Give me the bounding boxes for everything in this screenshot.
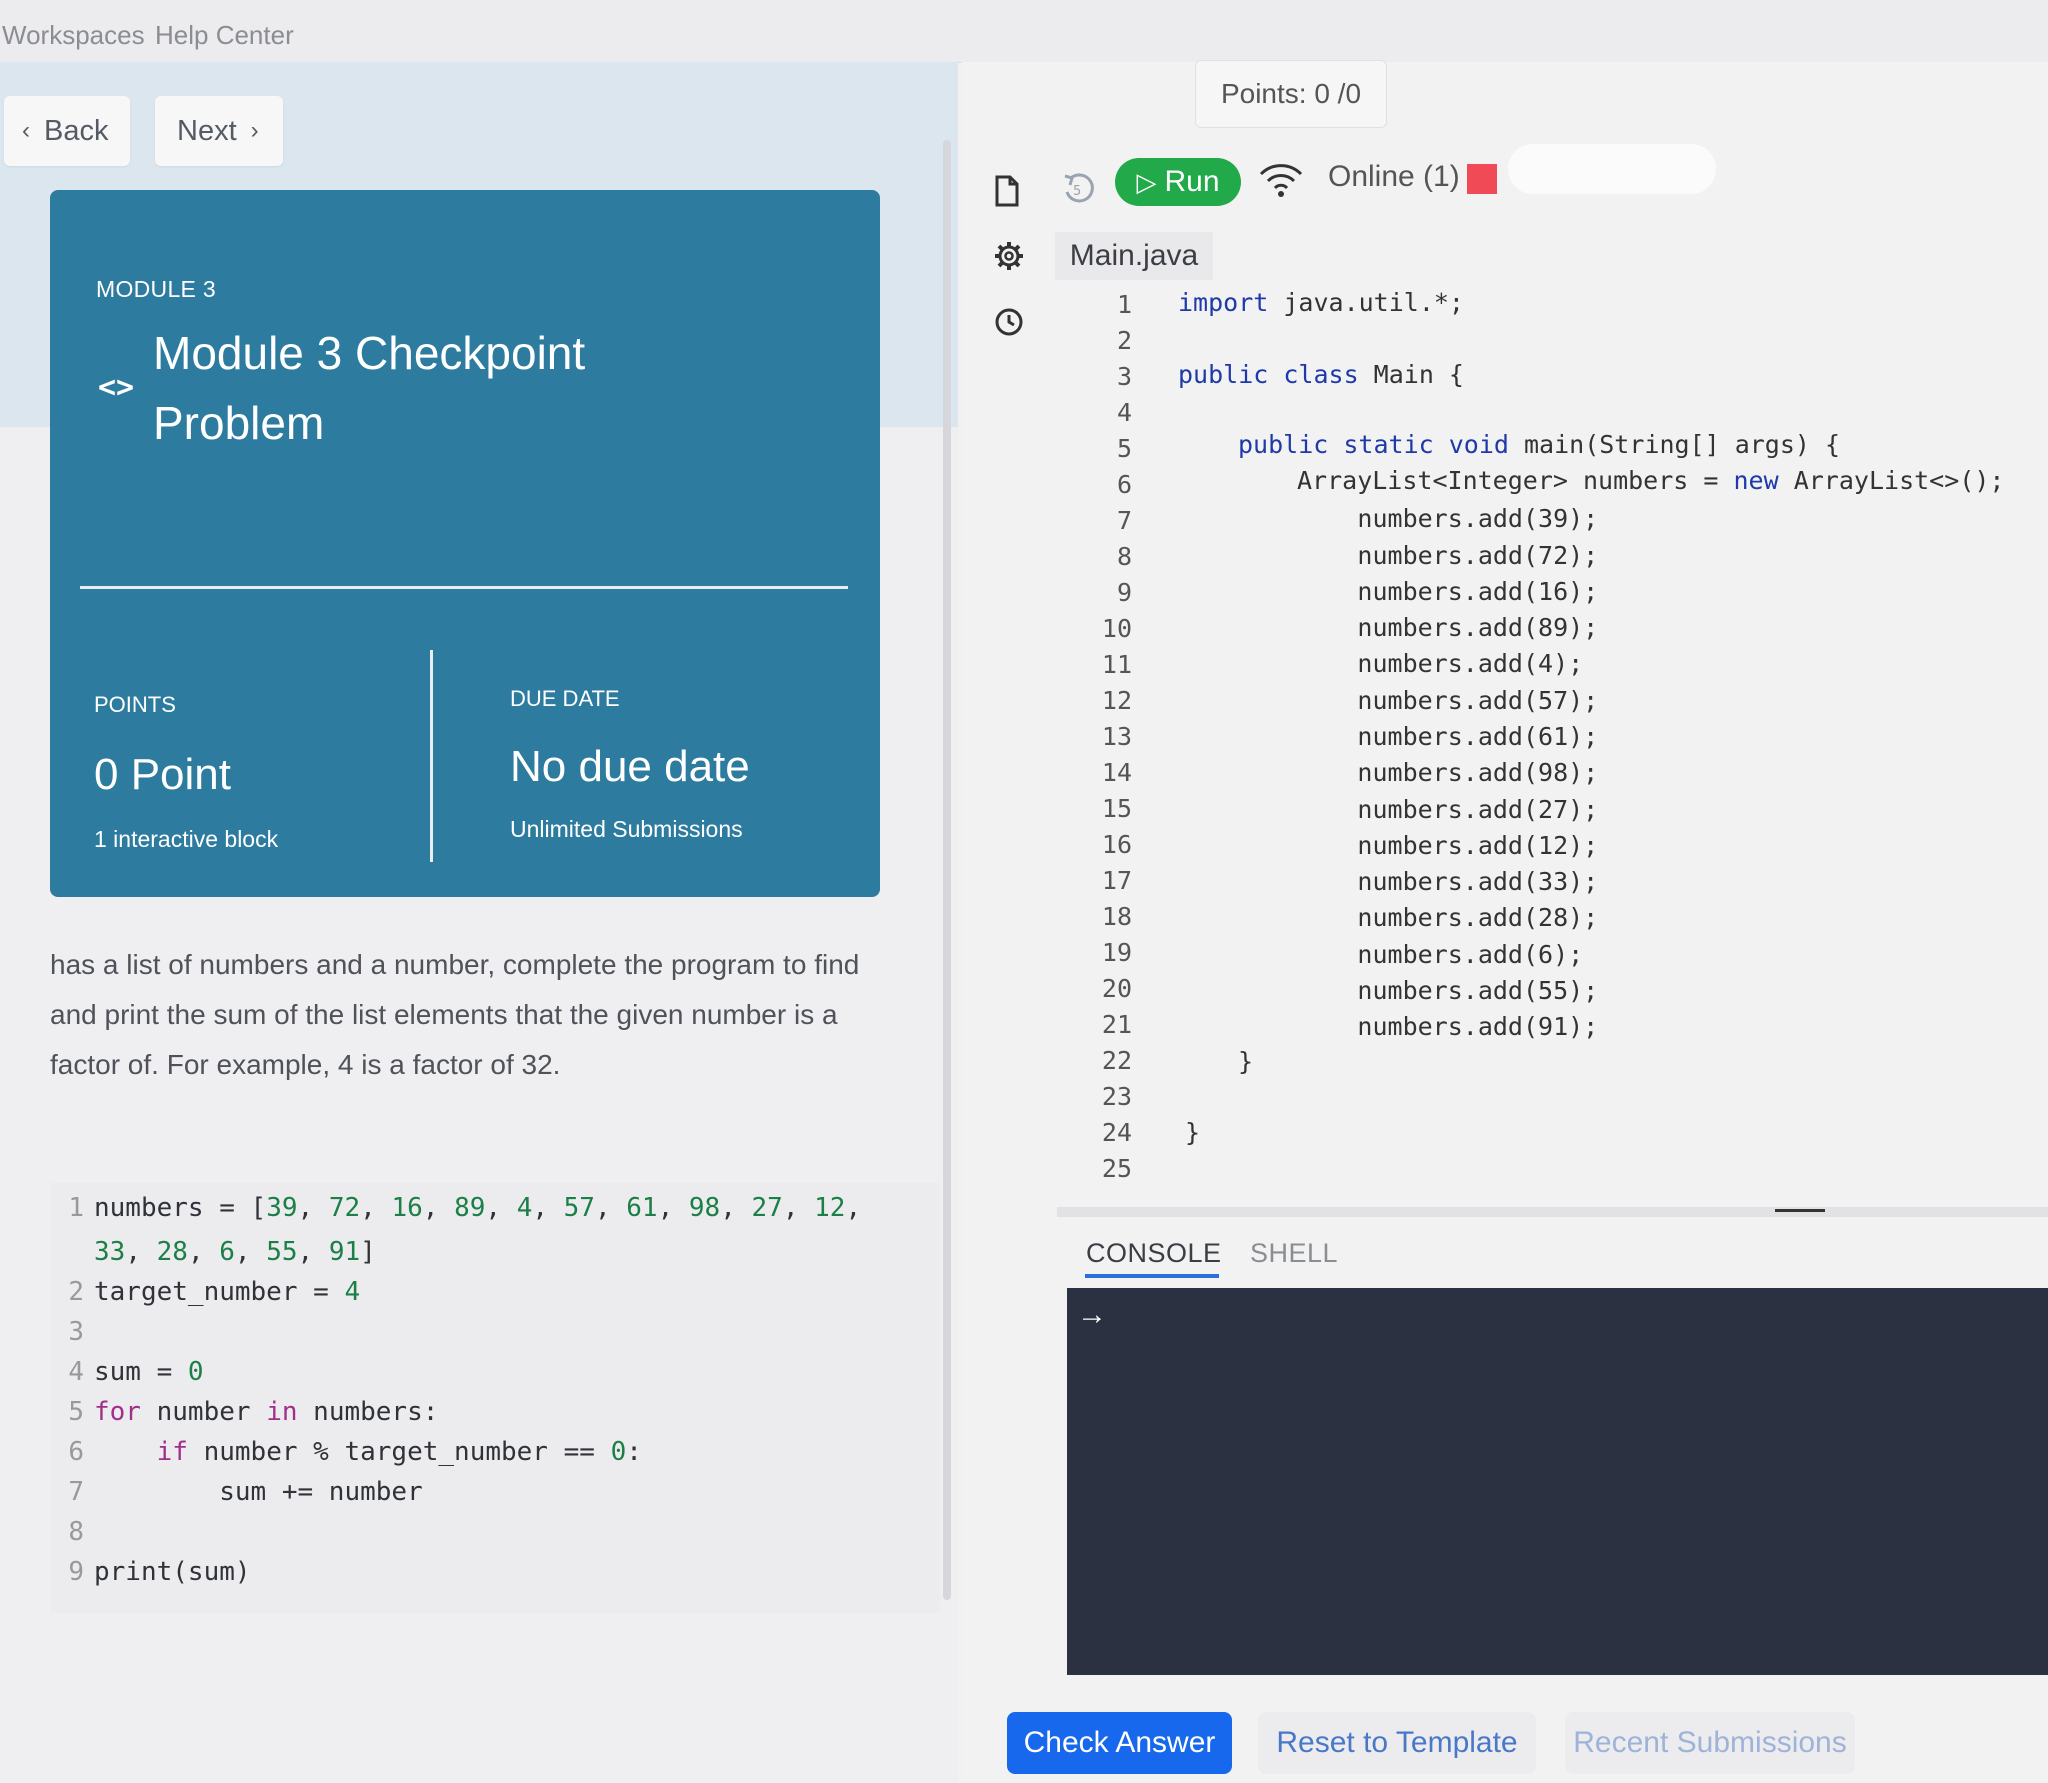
chevron-left-icon: ‹ xyxy=(22,117,30,144)
code-line: numbers.add(39); xyxy=(1237,504,1599,533)
code-line: numbers.add(33); xyxy=(1237,867,1599,896)
assignment-card: MODULE 3 <> Module 3 Checkpoint Problem … xyxy=(50,190,880,897)
file-icon[interactable] xyxy=(994,175,1020,207)
code-line: 2 target_number = 4 xyxy=(68,1277,361,1307)
code-line: import java.util.*; xyxy=(1178,288,1464,317)
console-output[interactable]: → xyxy=(1067,1288,2048,1675)
tab-shell[interactable]: SHELL xyxy=(1250,1238,1338,1269)
code-line: public class Main { xyxy=(1178,360,1464,389)
play-icon: ▷ xyxy=(1136,166,1157,197)
wifi-icon xyxy=(1259,164,1303,197)
code-line: public static void main(String[] args) { xyxy=(1238,430,1841,459)
code-editor[interactable]: 1 import java.util.*; 2 3 public class Mai… xyxy=(1060,280,2048,1183)
pane-resize-handle[interactable] xyxy=(943,140,951,1600)
gear-icon[interactable] xyxy=(994,241,1024,271)
code-line: 6 if number % target_number == 0: xyxy=(68,1437,642,1467)
run-button[interactable]: ▷ Run xyxy=(1115,158,1241,206)
stop-icon[interactable] xyxy=(1467,164,1497,194)
assignment-title: Module 3 Checkpoint Problem xyxy=(153,327,586,449)
points-value: 0 Point xyxy=(94,750,231,799)
code-line: 33, 28, 6, 55, 91] xyxy=(94,1237,376,1267)
code-line: numbers.add(89); xyxy=(1237,613,1599,642)
due-date-value: No due date xyxy=(510,742,750,791)
next-label: Next xyxy=(177,114,237,147)
back-button[interactable]: ‹ Back xyxy=(4,96,130,166)
code-line: numbers.add(16); xyxy=(1237,577,1599,606)
next-button[interactable]: Next › xyxy=(155,96,283,166)
code-line: numbers.add(6); xyxy=(1237,940,1584,969)
module-label: MODULE 3 xyxy=(96,276,216,302)
code-brackets-icon: <> xyxy=(98,370,135,405)
run-label: Run xyxy=(1164,165,1220,198)
code-line: 1 numbers = [39, 72, 16, 89, 4, 57, 61, 9… xyxy=(68,1193,862,1223)
online-status: Online (1) xyxy=(1328,160,1460,193)
code-line: numbers.add(28); xyxy=(1237,903,1599,932)
code-line: numbers.add(98); xyxy=(1237,758,1599,787)
code-line: numbers.add(4); xyxy=(1237,649,1584,678)
code-line: 3 xyxy=(68,1317,84,1347)
card-divider xyxy=(80,586,848,589)
console-prompt-icon: → xyxy=(1077,1298,1107,1331)
code-line: ArrayList<Integer> numbers = new ArrayLi… xyxy=(1297,466,2005,495)
points-indicator: Points: 0 /0 xyxy=(1195,60,1387,128)
back-label: Back xyxy=(44,114,109,147)
problem-description: has a list of numbers and a number, comp… xyxy=(50,949,860,1080)
svg-text:5: 5 xyxy=(1073,184,1081,199)
code-line: 9 print(sum) xyxy=(68,1557,251,1587)
code-line: numbers.add(72); xyxy=(1237,541,1599,570)
top-nav: Workspaces Help Center xyxy=(0,0,2048,63)
chevron-right-icon: › xyxy=(250,117,259,144)
code-line: 8 xyxy=(68,1517,84,1547)
code-line: numbers.add(57); xyxy=(1237,686,1599,715)
code-line: numbers.add(12); xyxy=(1237,831,1599,860)
code-line: numbers.add(91); xyxy=(1237,1012,1599,1041)
code-line: 4 sum = 0 xyxy=(68,1357,204,1387)
user-avatar-area xyxy=(1508,144,1716,194)
points-sub: 1 interactive block xyxy=(94,826,279,852)
check-answer-button[interactable]: Check Answer xyxy=(1007,1712,1232,1774)
active-tab-indicator xyxy=(1085,1274,1219,1278)
reset-to-template-button[interactable]: Reset to Template xyxy=(1258,1712,1536,1774)
clock-icon[interactable] xyxy=(994,307,1024,337)
history-rewind-icon[interactable]: 5 xyxy=(1061,170,1095,206)
python-example-code: 1 numbers = [39, 72, 16, 89, 4, 57, 61, 9… xyxy=(50,1183,940,1613)
code-line: numbers.add(55); xyxy=(1237,976,1599,1005)
code-line: } xyxy=(1185,1118,1201,1147)
card-vertical-divider xyxy=(430,650,433,862)
code-line: } xyxy=(1238,1047,1254,1076)
tab-main-java[interactable]: Main.java xyxy=(1055,232,1213,280)
tab-console[interactable]: CONSOLE xyxy=(1086,1238,1222,1269)
code-line: numbers.add(61); xyxy=(1237,722,1599,751)
code-line: 7 sum += number xyxy=(68,1477,423,1507)
due-date-label: DUE DATE xyxy=(510,686,620,711)
points-label: POINTS xyxy=(94,692,176,717)
code-line: numbers.add(27); xyxy=(1237,795,1599,824)
nav-help-center-link[interactable]: Help Center xyxy=(155,20,294,51)
submissions-sub: Unlimited Submissions xyxy=(510,816,743,842)
code-line: 5 for number in numbers: xyxy=(68,1397,439,1427)
recent-submissions-button[interactable]: Recent Submissions xyxy=(1565,1712,1855,1774)
console-resize-handle[interactable] xyxy=(1057,1207,2048,1217)
nav-workspaces-link[interactable]: Workspaces xyxy=(2,20,145,51)
